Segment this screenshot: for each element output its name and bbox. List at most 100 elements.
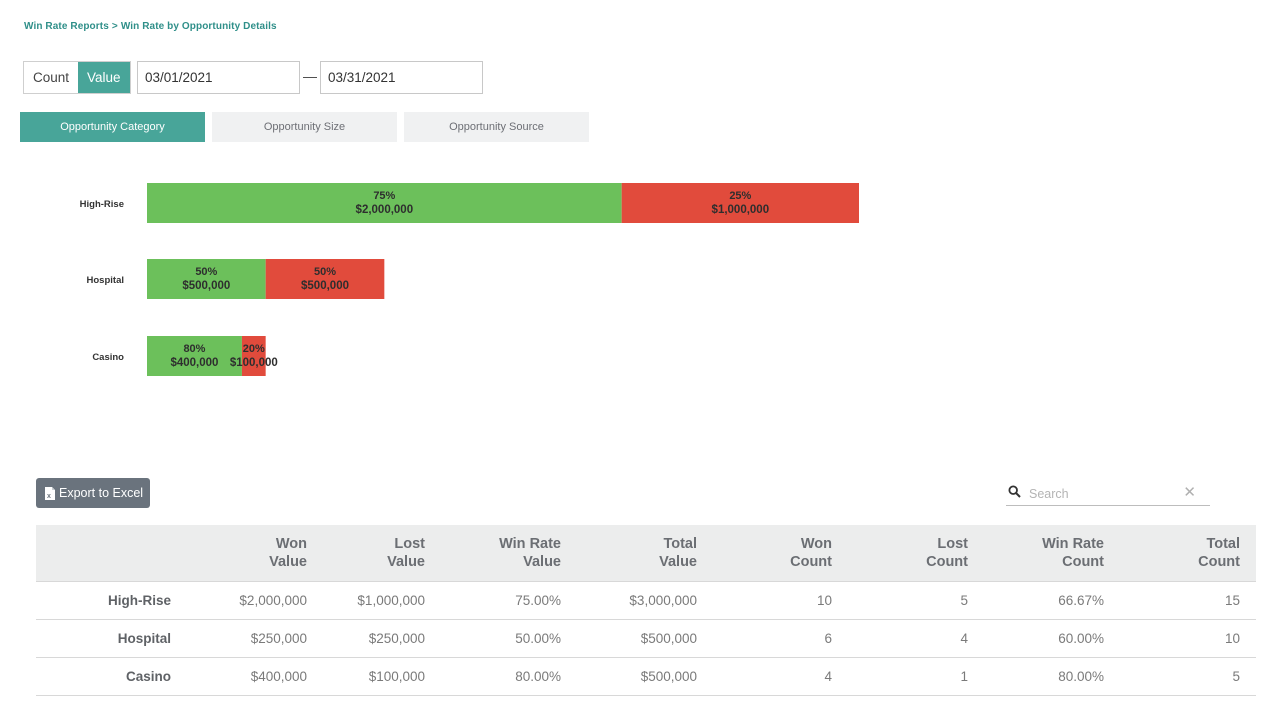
search-icon: [1008, 484, 1021, 503]
table-cell: 5: [1104, 657, 1256, 696]
table-cell: $1,000,000: [307, 581, 425, 620]
tab-opportunity-source[interactable]: Opportunity Source: [404, 112, 589, 142]
table-cell: 10: [1104, 619, 1256, 658]
column-header-line1: Total: [1206, 535, 1240, 552]
category-label: High-Rise: [80, 199, 124, 210]
lost-bar[interactable]: [621, 183, 859, 223]
column-header-line1: Total: [663, 535, 697, 552]
table-cell: 5: [832, 581, 968, 620]
column-header-line2: Value: [659, 553, 697, 570]
start-date-input[interactable]: [137, 61, 300, 94]
count-value-toggle: Count Value: [23, 61, 131, 94]
breadcrumb-separator: >: [111, 21, 118, 32]
lost-percent-label: 20%: [243, 343, 265, 355]
column-header-line2: Value: [523, 553, 561, 570]
table-cell: 4: [697, 657, 832, 696]
toggle-value-button[interactable]: Value: [78, 62, 130, 93]
column-header-line1: Won: [275, 535, 307, 552]
column-header-line1: Lost: [937, 535, 968, 552]
table-cell: 10: [697, 581, 832, 620]
column-header-line1: Lost: [394, 535, 425, 552]
table-row: Casino $400,000 $100,000 80.00% $500,000 4 1 80…: [36, 657, 1256, 696]
lost-value-label: $100,000: [230, 357, 278, 369]
table-cell: 80.00%: [968, 657, 1104, 696]
won-bar[interactable]: [147, 259, 266, 299]
column-header[interactable]: Won Count: [697, 525, 832, 582]
column-header-line1: Won: [800, 535, 832, 552]
table-cell: $400,000: [171, 657, 307, 696]
breadcrumb-item-win-rate-reports[interactable]: Win Rate Reports: [24, 21, 109, 32]
column-header-line2: Count: [790, 553, 832, 570]
column-header[interactable]: Win Rate Count: [968, 525, 1104, 582]
row-label: Hospital: [36, 619, 171, 658]
win-rate-table: Won Value Lost Value Win Rate Value Total Value…: [36, 525, 1256, 696]
table-cell: 66.67%: [968, 581, 1104, 620]
table-cell: $3,000,000: [561, 581, 697, 620]
excel-file-icon: x: [45, 486, 55, 500]
clear-search-icon[interactable]: ✕: [1183, 485, 1196, 501]
row-label: Casino: [36, 657, 171, 696]
table-cell: 75.00%: [425, 581, 561, 620]
lost-value-label: $500,000: [301, 280, 349, 292]
won-percent-label: 80%: [183, 343, 205, 355]
lost-percent-label: 50%: [314, 266, 336, 278]
won-percent-label: 75%: [373, 190, 395, 202]
lost-bar[interactable]: [241, 336, 266, 376]
row-label: High-Rise: [36, 581, 171, 620]
lost-percent-label: 25%: [729, 190, 751, 202]
table-cell: $100,000: [307, 657, 425, 696]
tab-opportunity-category[interactable]: Opportunity Category: [20, 112, 205, 142]
table-cell: 50.00%: [425, 619, 561, 658]
column-header[interactable]: Lost Value: [307, 525, 425, 582]
table-cell: 1: [832, 657, 968, 696]
tab-opportunity-size[interactable]: Opportunity Size: [212, 112, 397, 142]
category-label: Casino: [92, 352, 124, 363]
table-row: Hospital $250,000 $250,000 50.00% $500,000 6 4…: [36, 619, 1256, 658]
column-header[interactable]: Lost Count: [832, 525, 968, 582]
column-header-line1: Win Rate: [499, 535, 561, 552]
win-rate-stacked-bar-chart: High-Rise 75% $2,000,000 25% $1,000,000 Hospi…: [80, 183, 859, 376]
won-value-label: $500,000: [182, 280, 230, 292]
column-header[interactable]: Total Count: [1104, 525, 1256, 582]
table-header-row: Won Value Lost Value Win Rate Value Total Value…: [36, 525, 1256, 582]
column-header-line2: Count: [1062, 553, 1104, 570]
won-bar[interactable]: [147, 183, 622, 223]
won-percent-label: 50%: [195, 266, 217, 278]
table-cell: 15: [1104, 581, 1256, 620]
end-date-input[interactable]: [320, 61, 483, 94]
column-header-line1: Win Rate: [1042, 535, 1104, 552]
table-row: High-Rise $2,000,000 $1,000,000 75.00% $3,00…: [36, 581, 1256, 620]
won-value-label: $400,000: [170, 357, 218, 369]
svg-text:x: x: [47, 493, 51, 500]
lost-bar[interactable]: [265, 259, 385, 299]
table-cell: $2,000,000: [171, 581, 307, 620]
column-header-line2: Count: [926, 553, 968, 570]
lost-value-label: $1,000,000: [712, 204, 770, 216]
column-header[interactable]: [36, 525, 171, 582]
table-cell: $500,000: [561, 657, 697, 696]
column-header[interactable]: Total Value: [561, 525, 697, 582]
date-range-separator: —: [303, 68, 317, 84]
column-header-line2: Count: [1198, 553, 1240, 570]
column-header-line2: Value: [269, 553, 307, 570]
table-cell: $250,000: [171, 619, 307, 658]
table-cell: $500,000: [561, 619, 697, 658]
toggle-count-button[interactable]: Count: [24, 62, 78, 93]
table-cell: 4: [832, 619, 968, 658]
table-cell: 80.00%: [425, 657, 561, 696]
column-header[interactable]: Won Value: [171, 525, 307, 582]
column-header[interactable]: Win Rate Value: [425, 525, 561, 582]
table-cell: 60.00%: [968, 619, 1104, 658]
breadcrumb-item-current: Win Rate by Opportunity Details: [120, 21, 277, 32]
export-button-label: Export to Excel: [59, 486, 144, 500]
won-bar[interactable]: [147, 336, 242, 376]
search-box: ✕: [1006, 482, 1210, 506]
search-input[interactable]: [1029, 486, 1179, 501]
column-header-line2: Value: [387, 553, 425, 570]
table-cell: $250,000: [307, 619, 425, 658]
export-to-excel-button[interactable]: x Export to Excel: [36, 478, 150, 508]
breadcrumb: Win Rate Reports > Win Rate by Opportunity…: [24, 21, 277, 32]
won-value-label: $2,000,000: [356, 204, 414, 216]
category-label: Hospital: [87, 275, 124, 286]
table-cell: 6: [697, 619, 832, 658]
